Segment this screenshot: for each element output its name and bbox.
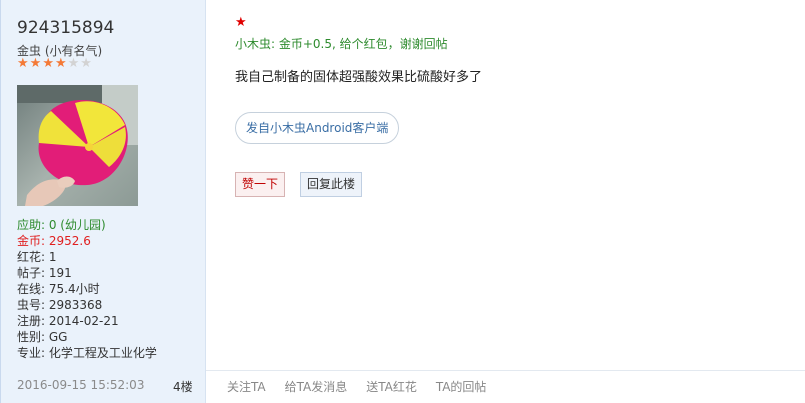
- forum-post: 924315894 金虫 (小有名气) ★ ★ ★ ★ ★ ★ 应助: 0 (幼…: [0, 0, 805, 403]
- star-empty-icon: ★: [80, 56, 92, 71]
- flower-photo: [17, 85, 138, 206]
- star-filled-icon: ★: [42, 56, 54, 71]
- message-link[interactable]: 给TA发消息: [285, 378, 348, 395]
- client-tag-link[interactable]: 发自小木虫Android客户端: [235, 112, 400, 144]
- user-stat-row: 红花: 1: [17, 250, 57, 264]
- highlight-star-icon: ★: [235, 15, 247, 30]
- star-filled-icon: ★: [17, 56, 29, 71]
- floor-number[interactable]: 4楼: [173, 378, 193, 395]
- footer-actions: 关注TA 给TA发消息 送TA红花 TA的回帖: [227, 378, 486, 395]
- user-replies-link[interactable]: TA的回帖: [436, 378, 487, 395]
- star-filled-icon: ★: [29, 56, 42, 71]
- user-stat-row: 在线: 75.4小时: [17, 282, 100, 296]
- reward-notice: 小木虫: 金币+0.5, 给个红包，谢谢回帖: [235, 37, 448, 51]
- reply-button[interactable]: 回复此楼: [300, 172, 363, 197]
- user-stat-row: 性别: GG: [17, 330, 68, 344]
- user-stat-row: 应助: 0 (幼儿园): [17, 218, 106, 232]
- star-filled-icon: ★: [54, 56, 67, 71]
- user-stats: 应助: 0 (幼儿园) 金币: 2952.6 红花: 1 帖子: 191 在线: 75.…: [17, 217, 157, 361]
- user-sidebar: 924315894 金虫 (小有名气) ★ ★ ★ ★ ★ ★ 应助: 0 (幼…: [1, 0, 206, 403]
- post-body: ★ 小木虫: 金币+0.5, 给个红包，谢谢回帖 我自己制备的固体超强酸效果比硫…: [206, 0, 805, 403]
- like-button[interactable]: 赞一下: [235, 172, 286, 197]
- user-stat-row: 专业: 化学工程及工业化学: [17, 346, 157, 360]
- user-stat-row: 金币: 2952.6: [17, 234, 91, 248]
- star-empty-icon: ★: [67, 56, 80, 71]
- user-stat-row: 虫号: 2983368: [17, 298, 103, 312]
- user-rating: ★ ★ ★ ★ ★ ★: [17, 57, 92, 71]
- footer-divider: [206, 370, 805, 371]
- user-stat-row: 帖子: 191: [17, 266, 72, 280]
- send-flower-link[interactable]: 送TA红花: [366, 378, 417, 395]
- user-stat-row: 注册: 2014-02-21: [17, 314, 119, 328]
- post-content: 我自己制备的固体超强酸效果比硫酸好多了: [235, 70, 483, 85]
- username[interactable]: 924315894: [17, 18, 114, 38]
- avatar[interactable]: [17, 85, 138, 206]
- follow-link[interactable]: 关注TA: [227, 378, 266, 395]
- post-time: 2016-09-15 15:52:03: [17, 378, 145, 392]
